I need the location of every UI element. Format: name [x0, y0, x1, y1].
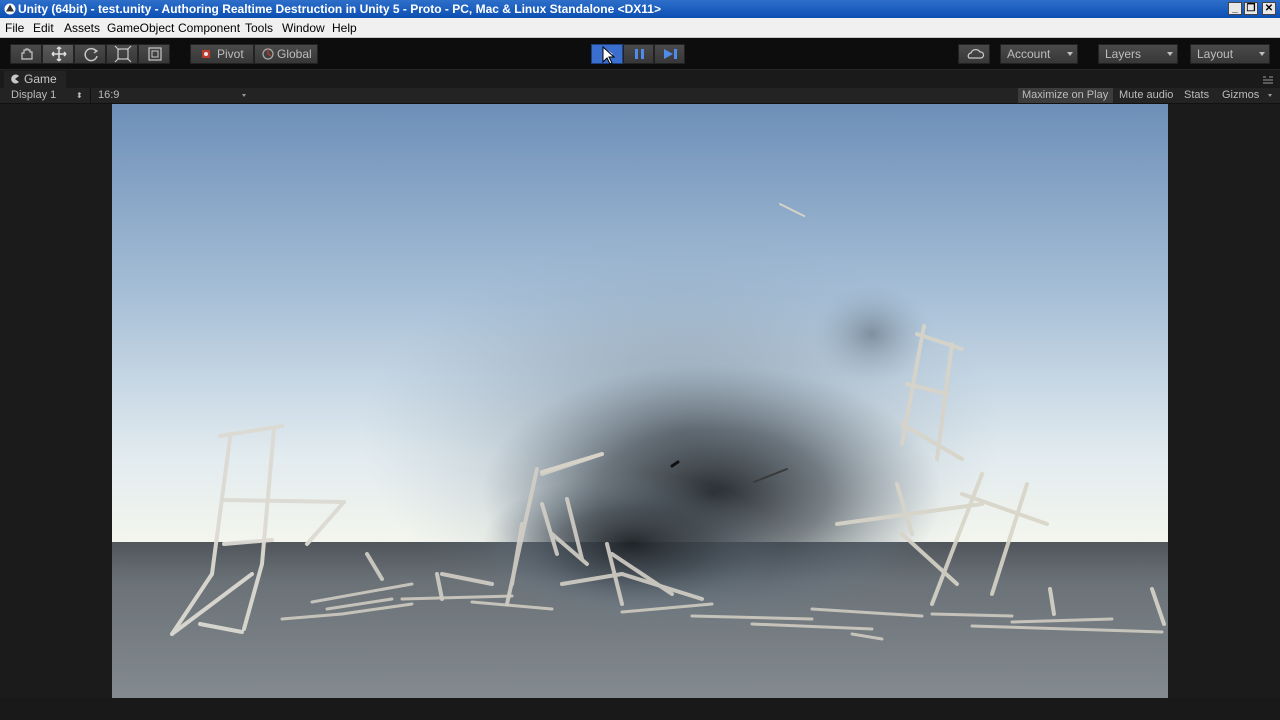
- layers-dropdown[interactable]: Layers: [1098, 44, 1178, 64]
- pivot-icon: [202, 50, 210, 58]
- main-toolbar: Pivot Global Account Layers Layout: [0, 38, 1280, 70]
- game-tab-label: Game: [24, 72, 57, 86]
- gizmos-dropdown[interactable]: Gizmos: [1218, 88, 1276, 103]
- stats-toggle[interactable]: Stats: [1180, 88, 1216, 103]
- menu-file[interactable]: File: [5, 21, 24, 35]
- menu-bar: File Edit Assets GameObject Component To…: [0, 18, 1280, 38]
- layout-dropdown[interactable]: Layout: [1190, 44, 1270, 64]
- globe-icon: [262, 48, 274, 60]
- layout-label: Layout: [1197, 47, 1234, 61]
- game-tab[interactable]: Game: [4, 71, 66, 88]
- rect-tool-button[interactable]: [138, 44, 170, 64]
- scale-tool-button[interactable]: [106, 44, 138, 64]
- aspect-dropdown[interactable]: 16:9: [92, 88, 252, 103]
- game-viewport[interactable]: [112, 104, 1168, 698]
- chevron-down-icon: [1259, 52, 1265, 56]
- game-render: [112, 104, 1168, 698]
- rotate-icon: [84, 47, 99, 62]
- cloud-button[interactable]: [958, 44, 990, 64]
- move-arrows-icon: [51, 46, 67, 62]
- pivot-label: Pivot: [217, 47, 244, 61]
- status-bar: [0, 698, 1280, 720]
- mouse-cursor-icon: [602, 46, 616, 65]
- menu-assets[interactable]: Assets: [64, 21, 100, 35]
- step-icon: [664, 49, 677, 59]
- menu-tools[interactable]: Tools: [245, 21, 273, 35]
- window-title: Unity (64bit) - test.unity - Authoring R…: [18, 2, 661, 16]
- cloud-icon: [967, 49, 985, 59]
- chevron-down-icon: [1268, 94, 1272, 97]
- mute-audio-toggle[interactable]: Mute audio: [1114, 88, 1178, 103]
- stats-label: Stats: [1184, 89, 1210, 101]
- chevron-down-icon: [1167, 52, 1173, 56]
- menu-component[interactable]: Component: [178, 21, 240, 35]
- panel-menu-icon[interactable]: [1262, 76, 1274, 84]
- aspect-label: 16:9: [98, 89, 120, 101]
- unity-logo-icon: [4, 3, 16, 15]
- account-label: Account: [1007, 47, 1051, 61]
- hand-tool-button[interactable]: [10, 44, 42, 64]
- updown-arrows-icon: ⬍: [76, 91, 83, 100]
- pause-button[interactable]: [623, 44, 654, 64]
- display-dropdown[interactable]: Display 1 ⬍: [4, 88, 88, 103]
- global-toggle[interactable]: Global: [254, 44, 318, 64]
- divider: [90, 88, 91, 103]
- menu-help[interactable]: Help: [332, 21, 357, 35]
- global-label: Global: [277, 47, 312, 61]
- menu-window[interactable]: Window: [282, 21, 325, 35]
- display-label: Display 1: [11, 89, 57, 101]
- minimize-button[interactable]: _: [1228, 2, 1242, 15]
- step-button[interactable]: [654, 44, 685, 64]
- layers-label: Layers: [1105, 47, 1142, 61]
- hand-icon: [21, 48, 33, 60]
- pacman-icon: [11, 74, 19, 84]
- window-title-bar: Unity (64bit) - test.unity - Authoring R…: [0, 0, 1280, 18]
- game-view-toolbar: Display 1 ⬍ 16:9 Maximize on Play Mute a…: [0, 88, 1280, 104]
- chevron-down-icon: [1067, 52, 1073, 56]
- menu-gameobject[interactable]: GameObject: [107, 21, 174, 35]
- pause-icon: [635, 49, 644, 59]
- scale-icon: [114, 45, 132, 63]
- rect-transform-icon: [148, 47, 162, 61]
- close-button[interactable]: ✕: [1262, 2, 1276, 15]
- maximize-on-play-toggle[interactable]: Maximize on Play: [1018, 88, 1113, 103]
- account-dropdown[interactable]: Account: [1000, 44, 1078, 64]
- restore-button[interactable]: ❐: [1244, 2, 1258, 15]
- chevron-down-icon: [242, 94, 246, 97]
- maximize-label: Maximize on Play: [1022, 89, 1109, 101]
- move-tool-button[interactable]: [42, 44, 74, 64]
- rotate-tool-button[interactable]: [74, 44, 106, 64]
- game-tab-bar: Game: [0, 70, 1280, 88]
- gizmos-label: Gizmos: [1222, 89, 1260, 101]
- menu-edit[interactable]: Edit: [33, 21, 54, 35]
- mute-label: Mute audio: [1119, 89, 1174, 101]
- pivot-toggle[interactable]: Pivot: [190, 44, 254, 64]
